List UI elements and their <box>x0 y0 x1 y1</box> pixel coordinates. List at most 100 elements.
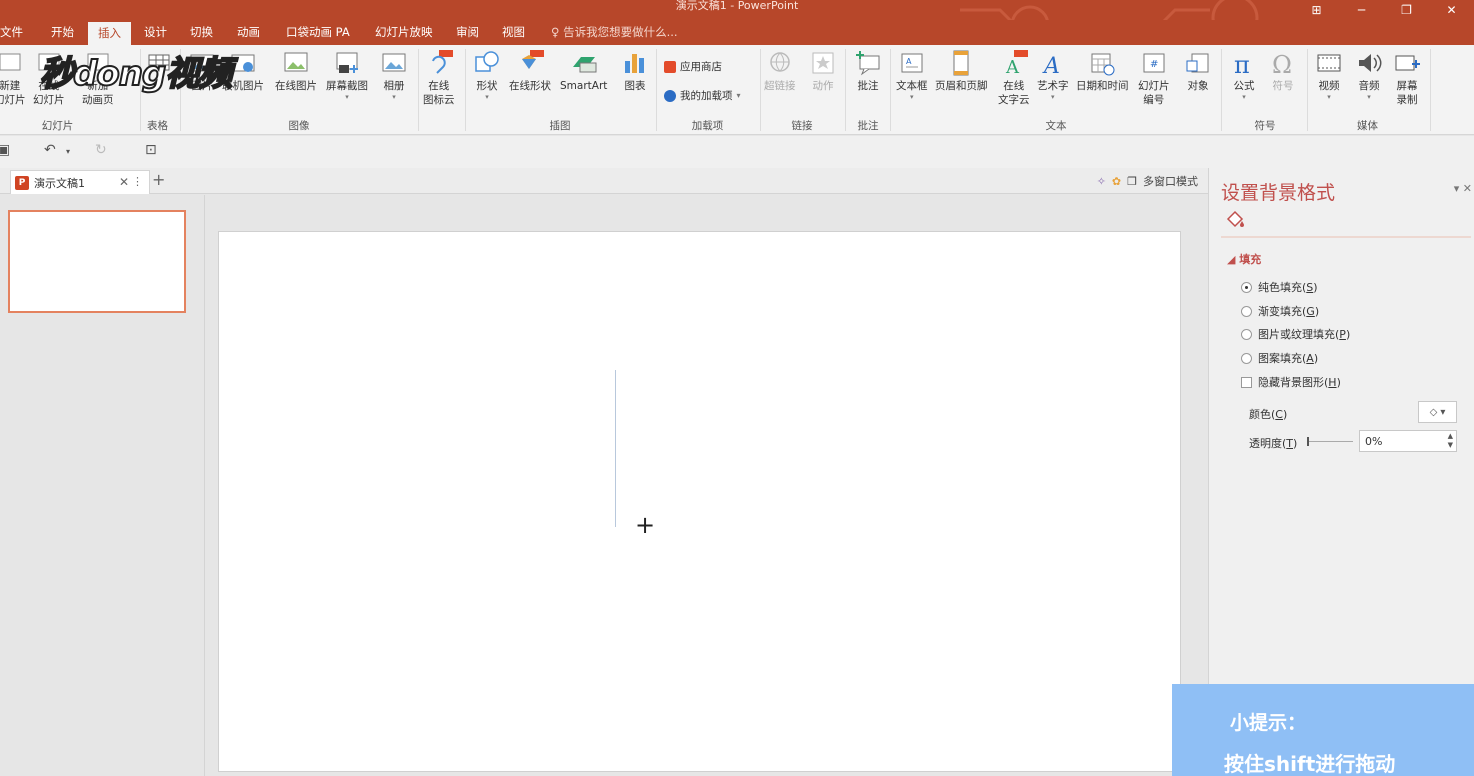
tab-transitions[interactable]: 切换 <box>184 20 219 45</box>
comment-button[interactable]: 批注 <box>854 49 882 93</box>
save-icon[interactable]: ▣ <box>0 142 10 158</box>
color-picker-button[interactable]: ◇ ▾ <box>1418 401 1457 423</box>
online-shapes-button[interactable]: 在线形状 <box>509 49 551 93</box>
tab-file[interactable]: 文件 <box>0 20 29 45</box>
redo-icon[interactable]: ↻ <box>95 142 107 158</box>
document-tab[interactable]: P 演示文稿1 ✕ ⋮ <box>10 170 150 194</box>
tell-me-text: 告诉我您想要做什么... <box>563 25 678 39</box>
tell-me-search[interactable]: ♀ 告诉我您想要做什么... <box>545 20 684 45</box>
tab-animations[interactable]: 动画 <box>231 20 266 45</box>
pin-icon[interactable]: ✧ <box>1097 175 1106 188</box>
solid-fill-option[interactable]: 纯色填充(S) <box>1241 279 1318 295</box>
pattern-fill-radio[interactable] <box>1241 352 1252 364</box>
photo-album-button[interactable]: 相册 ▾ <box>380 49 408 101</box>
pane-options-icon[interactable]: ▾ <box>1454 182 1460 195</box>
online-wordcloud-button[interactable]: A 在线 文字云 <box>998 49 1030 107</box>
minimize-button[interactable]: ─ <box>1339 0 1384 20</box>
gradient-fill-option[interactable]: 渐变填充(G) <box>1241 303 1319 319</box>
tab-review[interactable]: 审阅 <box>450 20 485 45</box>
chart-button[interactable]: 图表 <box>621 49 649 93</box>
multi-window-button[interactable]: ✧ ✿ ❐ 多窗口模式 <box>1097 173 1198 189</box>
shapes-icon <box>475 51 499 72</box>
object-button[interactable]: 对象 <box>1184 49 1212 93</box>
audio-label: 音频 <box>1358 80 1380 92</box>
datetime-label: 日期和时间 <box>1076 80 1129 92</box>
slide-number-icon: # <box>1143 53 1165 73</box>
my-addins-button[interactable]: 我的加载项 ▾ <box>664 88 741 103</box>
restore-button[interactable]: ❐ <box>1384 0 1429 20</box>
addins-icon <box>664 89 676 102</box>
hide-background-checkbox[interactable] <box>1241 376 1252 388</box>
new-slide-button[interactable]: 新建 幻灯片 <box>0 49 26 107</box>
action-button[interactable]: 动作 <box>809 49 837 93</box>
action-star-icon <box>812 52 834 74</box>
slide-number-button[interactable]: # 幻灯片 编号 <box>1138 49 1170 107</box>
start-slideshow-icon[interactable]: ⊡ <box>145 142 157 158</box>
wordart-label: 艺术字 <box>1037 80 1069 92</box>
undo-dropdown-icon[interactable]: ▾ <box>66 147 70 156</box>
picture-texture-fill-option[interactable]: 图片或纹理填充(P) <box>1241 326 1350 342</box>
pi-icon: π <box>1234 51 1250 77</box>
hyperlink-button[interactable]: 超链接 <box>764 49 796 93</box>
collapse-triangle-icon: ◢ <box>1227 253 1240 266</box>
tab-slideshow[interactable]: 幻灯片放映 <box>369 20 439 45</box>
slide-canvas[interactable]: + <box>218 231 1181 772</box>
ribbon-display-options-icon[interactable]: ⊞ <box>1294 0 1339 20</box>
tab-insert[interactable]: 插入 <box>88 22 131 45</box>
tab-view[interactable]: 视图 <box>496 20 531 45</box>
online-image-button[interactable]: 在线图片 <box>275 49 317 93</box>
pane-close-icon[interactable]: ✕ <box>1463 182 1472 195</box>
smartart-label: SmartArt <box>560 80 608 92</box>
photo-album-label: 相册 <box>383 80 405 92</box>
tab-design[interactable]: 设计 <box>138 20 173 45</box>
hide-background-graphics-option[interactable]: 隐藏背景图形(H) <box>1241 374 1341 390</box>
datetime-button[interactable]: 日期和时间 <box>1076 49 1129 93</box>
fill-bucket-icon[interactable] <box>1224 208 1246 230</box>
equation-button[interactable]: π 公式 ▾ <box>1230 49 1258 101</box>
video-button[interactable]: 视频 ▾ <box>1315 49 1343 101</box>
close-button[interactable]: ✕ <box>1429 0 1474 20</box>
picture-texture-fill-radio[interactable] <box>1241 328 1252 340</box>
tab-home[interactable]: 开始 <box>45 20 80 45</box>
undo-icon[interactable]: ↶ <box>44 142 56 158</box>
slide-thumbnail[interactable] <box>8 210 186 313</box>
solid-fill-radio[interactable] <box>1241 281 1252 293</box>
chart-icon <box>625 54 644 73</box>
drawn-line[interactable] <box>615 370 616 527</box>
symbol-button[interactable]: Ω 符号 <box>1269 49 1297 93</box>
transparency-slider[interactable] <box>1307 437 1353 446</box>
window-title: 演示文稿1 - PowerPoint <box>675 0 799 12</box>
hyperlink-icon <box>770 52 790 72</box>
solid-fill-label: 纯色填充(S) <box>1258 281 1318 294</box>
online-shapes-icon <box>522 50 544 69</box>
screenshot-button[interactable]: 屏幕截图 ▾ <box>326 49 368 101</box>
pattern-fill-option[interactable]: 图案填充(A) <box>1241 350 1318 366</box>
header-footer-button[interactable]: 页眉和页脚 <box>935 49 988 93</box>
group-comments-label: 批注 <box>857 120 879 132</box>
app-store-button[interactable]: 应用商店 <box>664 59 722 74</box>
group-symbols-label: 符号 <box>1254 120 1276 132</box>
slider-knob[interactable] <box>1307 437 1309 446</box>
chart-label: 图表 <box>624 80 646 92</box>
app-store-label: 应用商店 <box>680 61 722 73</box>
video-label: 视频 <box>1318 80 1340 92</box>
header-footer-label: 页眉和页脚 <box>935 80 988 92</box>
smartart-button[interactable]: SmartArt <box>560 49 607 93</box>
fill-section-header[interactable]: ◢ 填充 <box>1227 251 1261 267</box>
quick-access-toolbar: ▣ ↶ ▾ ↻ ⊡ <box>0 136 1474 168</box>
screen-recording-button[interactable]: 屏幕 录制 <box>1393 49 1421 107</box>
wordart-button[interactable]: A 艺术字 ▾ <box>1037 49 1069 101</box>
gradient-fill-radio[interactable] <box>1241 305 1252 317</box>
new-tab-icon[interactable]: + <box>152 170 165 189</box>
tab-pocket-animation[interactable]: 口袋动画 PA <box>280 20 356 45</box>
shapes-button[interactable]: 形状 ▾ <box>473 49 501 101</box>
spinner-icon[interactable]: ▲ ▼ <box>1448 432 1453 450</box>
tab-menu-icon[interactable]: ⋮ <box>132 175 143 188</box>
svg-text:A: A <box>1042 54 1060 77</box>
audio-button[interactable]: 音频 ▾ <box>1355 49 1383 101</box>
textbox-button[interactable]: A 文本框 ▾ <box>896 49 928 101</box>
settings-icon[interactable]: ✿ <box>1112 175 1121 188</box>
transparency-input[interactable]: 0% ▲ ▼ <box>1359 430 1457 452</box>
close-tab-icon[interactable]: ✕ <box>119 175 129 189</box>
online-icon-cloud-button[interactable]: 在线 图标云 <box>423 49 455 107</box>
